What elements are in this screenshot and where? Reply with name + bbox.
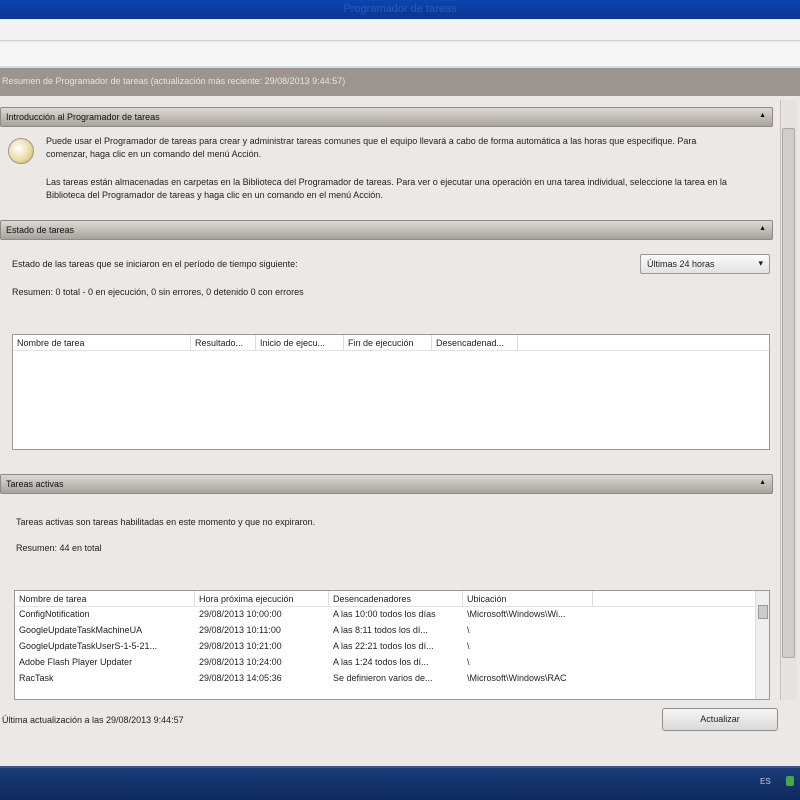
title-bar: Programador de tareas bbox=[0, 0, 800, 19]
table-cell: \ bbox=[467, 641, 470, 651]
collapse-icon[interactable]: ▲ bbox=[759, 225, 766, 232]
column-header[interactable]: Nombre de tarea bbox=[13, 335, 191, 350]
menu-bar bbox=[0, 19, 800, 41]
period-select[interactable]: Últimas 24 horas ▾ bbox=[640, 254, 770, 274]
table-cell: \Microsoft\Windows\RAC bbox=[467, 673, 567, 683]
table-cell: A las 8:11 todos los dí... bbox=[333, 625, 428, 635]
status-period-label: Estado de las tareas que se iniciaron en… bbox=[12, 259, 298, 269]
table-cell: A las 1:24 todos los dí... bbox=[333, 657, 429, 667]
collapse-icon[interactable]: ▲ bbox=[759, 479, 766, 486]
column-header[interactable]: Desencadenadores bbox=[329, 591, 463, 606]
table-cell: 29/08/2013 10:21:00 bbox=[199, 641, 282, 651]
intro-paragraph-1: Puede usar el Programador de tareas para… bbox=[46, 136, 697, 159]
table-cell: \ bbox=[467, 625, 470, 635]
active-description: Tareas activas son tareas habilitadas en… bbox=[16, 517, 316, 527]
status-section-header[interactable]: Estado de tareas ▲ bbox=[0, 220, 773, 240]
table-cell: 29/08/2013 14:05:36 bbox=[199, 673, 282, 683]
table-cell: GoogleUpdateTaskMachineUA bbox=[19, 625, 143, 635]
table-row[interactable]: GoogleUpdateTaskUserS-1-5-21... 29/08/201… bbox=[15, 639, 769, 655]
column-header[interactable]: Resultado... bbox=[191, 335, 256, 350]
panel-scroll-thumb[interactable] bbox=[782, 128, 795, 658]
table-cell: GoogleUpdateTaskUserS-1-5-21... bbox=[19, 641, 158, 651]
column-header[interactable]: Ubicación bbox=[463, 591, 593, 606]
status-table: Nombre de tarea Resultado... Inicio de e… bbox=[12, 334, 770, 450]
scheduler-clock-icon bbox=[8, 138, 34, 164]
summary-panel: Introducción al Programador de tareas ▲ P… bbox=[0, 96, 800, 768]
table-cell: ConfigNotification bbox=[19, 609, 90, 619]
status-table-header: Nombre de tarea Resultado... Inicio de e… bbox=[13, 335, 769, 351]
scroll-thumb[interactable] bbox=[758, 605, 768, 619]
table-cell: 29/08/2013 10:00:00 bbox=[199, 609, 282, 619]
collapse-icon[interactable]: ▲ bbox=[759, 112, 766, 119]
status-header-label: Estado de tareas bbox=[6, 225, 75, 235]
column-header[interactable]: Hora próxima ejecución bbox=[195, 591, 329, 606]
status-summary: Resumen: 0 total - 0 en ejecución, 0 sin… bbox=[12, 287, 304, 297]
table-row[interactable]: ConfigNotification 29/08/2013 10:00:00 A l… bbox=[15, 607, 769, 623]
period-value: Últimas 24 horas bbox=[647, 259, 715, 269]
table-scrollbar[interactable] bbox=[755, 591, 769, 699]
table-cell: A las 10:00 todos los días bbox=[333, 609, 436, 619]
table-cell: 29/08/2013 10:11:00 bbox=[199, 625, 281, 635]
network-icon[interactable] bbox=[786, 776, 794, 786]
active-header-label: Tareas activas bbox=[6, 479, 64, 489]
table-cell: \ bbox=[467, 657, 470, 667]
table-row[interactable]: GoogleUpdateTaskMachineUA 29/08/2013 10:1… bbox=[15, 623, 769, 639]
table-cell: Adobe Flash Player Updater bbox=[19, 657, 133, 667]
column-header[interactable]: Nombre de tarea bbox=[15, 591, 195, 606]
language-indicator[interactable]: ES bbox=[760, 777, 771, 786]
active-section-header[interactable]: Tareas activas ▲ bbox=[0, 474, 773, 494]
table-cell: 29/08/2013 10:24:00 bbox=[199, 657, 282, 667]
active-summary: Resumen: 44 en total bbox=[16, 543, 102, 553]
table-cell: Se definieron varios de... bbox=[333, 673, 433, 683]
toolbar bbox=[0, 42, 800, 66]
intro-paragraph-2: Las tareas están almacenadas en carpetas… bbox=[46, 177, 727, 200]
chevron-down-icon: ▾ bbox=[758, 258, 763, 268]
last-update-text: Última actualización a las 29/08/2013 9:… bbox=[2, 715, 184, 725]
intro-header-label: Introducción al Programador de tareas bbox=[6, 112, 160, 122]
table-row[interactable]: Adobe Flash Player Updater 29/08/2013 10:… bbox=[15, 655, 769, 671]
table-cell: \Microsoft\Windows\Wi... bbox=[467, 609, 566, 619]
summary-header: Resumen de Programador de tareas (actual… bbox=[0, 66, 800, 96]
table-cell: RacTask bbox=[19, 673, 54, 683]
table-row[interactable]: RacTask 29/08/2013 14:05:36 Se definieron … bbox=[15, 671, 769, 687]
taskbar: ES bbox=[0, 766, 800, 800]
column-header[interactable]: Inicio de ejecu... bbox=[256, 335, 344, 350]
refresh-button[interactable]: Actualizar bbox=[662, 708, 778, 731]
intro-section-header[interactable]: Introducción al Programador de tareas ▲ bbox=[0, 107, 773, 127]
column-header[interactable]: Fin de ejecución bbox=[344, 335, 432, 350]
table-cell: A las 22:21 todos los dí... bbox=[333, 641, 434, 651]
active-tasks-table: Nombre de tarea Hora próxima ejecución D… bbox=[14, 590, 770, 700]
column-header[interactable]: Desencadenad... bbox=[432, 335, 518, 350]
active-table-header: Nombre de tarea Hora próxima ejecución D… bbox=[15, 591, 769, 607]
